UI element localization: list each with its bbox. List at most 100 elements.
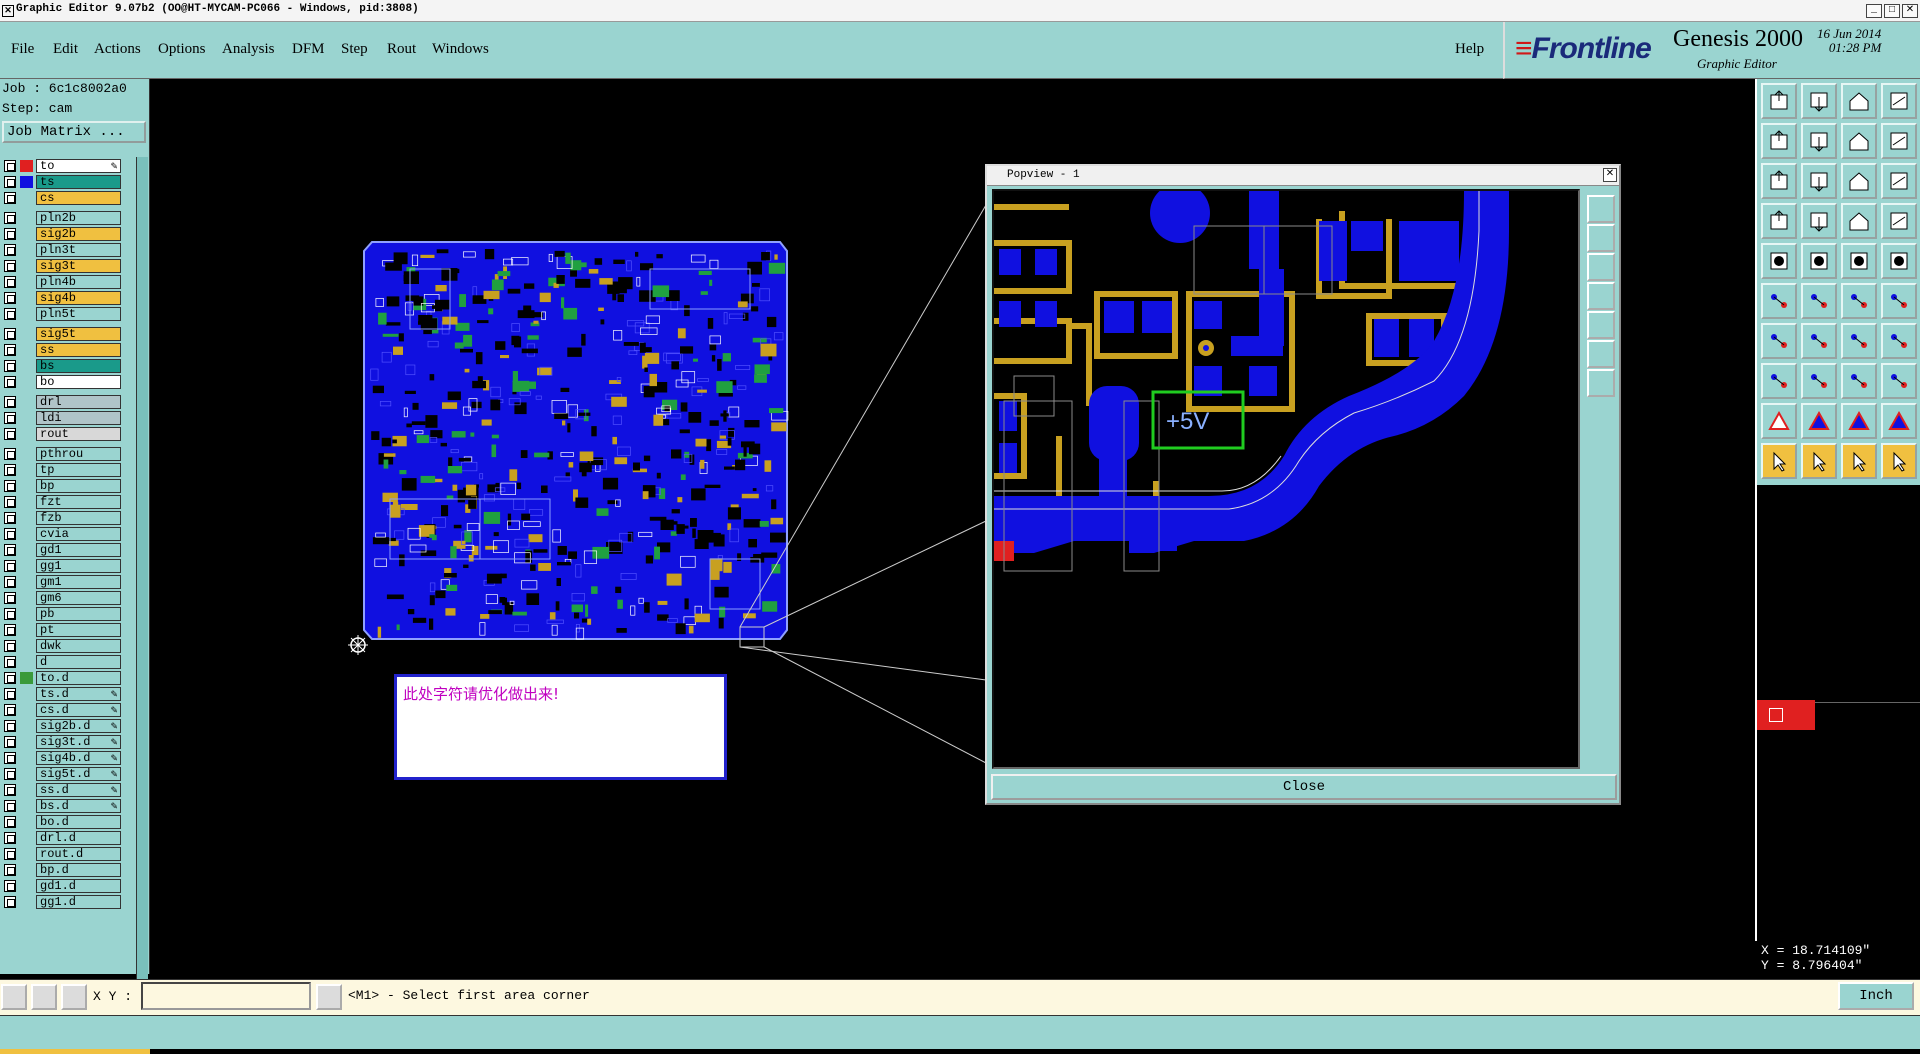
layer-checkbox[interactable] — [4, 396, 16, 408]
fit-icon[interactable] — [1761, 163, 1797, 199]
layer-row[interactable]: gd1 — [2, 543, 121, 557]
layer-name[interactable]: sig4b — [36, 291, 121, 305]
close-window-button[interactable]: ✕ — [1902, 4, 1918, 18]
cursor3-icon[interactable] — [1841, 443, 1877, 479]
layer-checkbox[interactable] — [4, 640, 16, 652]
layer-name[interactable]: bs — [36, 359, 121, 373]
layer-name[interactable]: bp.d — [36, 863, 121, 877]
layer-row[interactable]: pln3t — [2, 243, 121, 257]
layer-row[interactable]: dwk — [2, 639, 121, 653]
info-icon[interactable] — [316, 984, 342, 1010]
layer-checkbox[interactable] — [4, 896, 16, 908]
snap-icon[interactable] — [1881, 123, 1917, 159]
home-icon[interactable] — [1841, 83, 1877, 119]
layer-row[interactable]: to.d — [2, 671, 121, 685]
menu-dfm[interactable]: DFM — [292, 41, 325, 58]
layer-row[interactable]: ss.d ✎ — [2, 783, 121, 797]
popview-pan-icon[interactable] — [1587, 282, 1615, 310]
xy-input[interactable] — [141, 982, 311, 1010]
popview-zoom-out-icon[interactable] — [1587, 224, 1615, 252]
layer-checkbox[interactable] — [4, 496, 16, 508]
layer-name[interactable]: sig2b — [36, 227, 121, 241]
layer-checkbox[interactable] — [4, 784, 16, 796]
pan-right-icon[interactable] — [1801, 123, 1837, 159]
layer-checkbox[interactable] — [4, 880, 16, 892]
layer-name[interactable]: drl — [36, 395, 121, 409]
layer-name[interactable]: gd1 — [36, 543, 121, 557]
layer-name[interactable]: sig3t — [36, 259, 121, 273]
scale-icon[interactable] — [1841, 163, 1877, 199]
layer-checkbox[interactable] — [4, 720, 16, 732]
cross-icon[interactable] — [1801, 283, 1837, 319]
popview-center-icon[interactable] — [1587, 340, 1615, 368]
layer-name[interactable]: tp — [36, 463, 121, 477]
layer-checkbox[interactable] — [4, 752, 16, 764]
unit-selector[interactable]: Inch — [1838, 982, 1914, 1010]
popview-close-button[interactable]: Close — [991, 774, 1617, 800]
layer-checkbox[interactable] — [4, 832, 16, 844]
layer-row[interactable]: gg1.d — [2, 895, 121, 909]
tri4-icon[interactable] — [1881, 403, 1917, 439]
layer-name[interactable]: fzb — [36, 511, 121, 525]
layer-row[interactable]: bo.d — [2, 815, 121, 829]
layer-row[interactable]: ts — [2, 175, 121, 189]
layer-checkbox[interactable] — [4, 512, 16, 524]
layer-checkbox[interactable] — [4, 376, 16, 388]
layer-name[interactable]: dwk — [36, 639, 121, 653]
menu-actions[interactable]: Actions — [94, 41, 141, 58]
layer-row[interactable]: bp.d — [2, 863, 121, 877]
layer-name[interactable]: ts.d ✎ — [36, 687, 121, 701]
layer-checkbox[interactable] — [4, 608, 16, 620]
layer-row[interactable]: fzt — [2, 495, 121, 509]
mini-map[interactable] — [1755, 485, 1920, 941]
route-icon[interactable] — [1881, 323, 1917, 359]
measure-mode-icon[interactable] — [31, 984, 57, 1010]
layer-row[interactable]: pln5t — [2, 307, 121, 321]
layer-checkbox[interactable] — [4, 244, 16, 256]
pan-left-icon[interactable] — [1761, 123, 1797, 159]
layer-checkbox[interactable] — [4, 276, 16, 288]
layer-checkbox[interactable] — [4, 624, 16, 636]
layer-name[interactable]: to.d — [36, 671, 121, 685]
layer-row[interactable]: sig2b.d ✎ — [2, 719, 121, 733]
layer-checkbox[interactable] — [4, 260, 16, 272]
layer-name[interactable]: gg1.d — [36, 895, 121, 909]
layer-row[interactable]: sig5t — [2, 327, 121, 341]
grid-mode-icon[interactable] — [61, 984, 87, 1010]
layer-name[interactable]: sig2b.d ✎ — [36, 719, 121, 733]
popview-fit-icon[interactable] — [1587, 311, 1615, 339]
menu-rout[interactable]: Rout — [387, 41, 416, 58]
layer-name[interactable]: rout — [36, 427, 121, 441]
layer-checkbox[interactable] — [4, 816, 16, 828]
layer-row[interactable]: sig5t.d ✎ — [2, 767, 121, 781]
layer-row[interactable]: pln4b — [2, 275, 121, 289]
arc-icon[interactable] — [1841, 323, 1877, 359]
layer-name[interactable]: sig3t.d ✎ — [36, 735, 121, 749]
layer-name[interactable]: gg1 — [36, 559, 121, 573]
layer-name[interactable]: sig4b.d ✎ — [36, 751, 121, 765]
popview-zoom-in-icon[interactable] — [1587, 195, 1615, 223]
layer-checkbox[interactable] — [4, 464, 16, 476]
layer-row[interactable]: bs — [2, 359, 121, 373]
copy-icon[interactable] — [1881, 363, 1917, 399]
layer-name[interactable]: gm1 — [36, 575, 121, 589]
layer-row[interactable]: to ✎ — [2, 159, 121, 173]
layer-row[interactable]: cvia — [2, 527, 121, 541]
cursor-icon[interactable] — [1761, 443, 1797, 479]
minimize-button[interactable]: _ — [1866, 4, 1882, 18]
layer-name[interactable]: ldi — [36, 411, 121, 425]
layer-checkbox[interactable] — [4, 560, 16, 572]
connect2-icon[interactable] — [1881, 283, 1917, 319]
select-mode-icon[interactable] — [1, 984, 27, 1010]
tri-icon[interactable] — [1761, 403, 1797, 439]
layer-checkbox[interactable] — [4, 448, 16, 460]
layer-checkbox[interactable] — [4, 176, 16, 188]
layer-name[interactable]: bp — [36, 479, 121, 493]
slope-icon[interactable] — [1761, 323, 1797, 359]
layer-row[interactable]: pt — [2, 623, 121, 637]
layer-row[interactable]: gm1 — [2, 575, 121, 589]
layer-row[interactable]: d — [2, 655, 121, 669]
layer-row[interactable]: gm6 — [2, 591, 121, 605]
layer-name[interactable]: cs.d ✎ — [36, 703, 121, 717]
menu-file[interactable]: File — [11, 41, 34, 58]
